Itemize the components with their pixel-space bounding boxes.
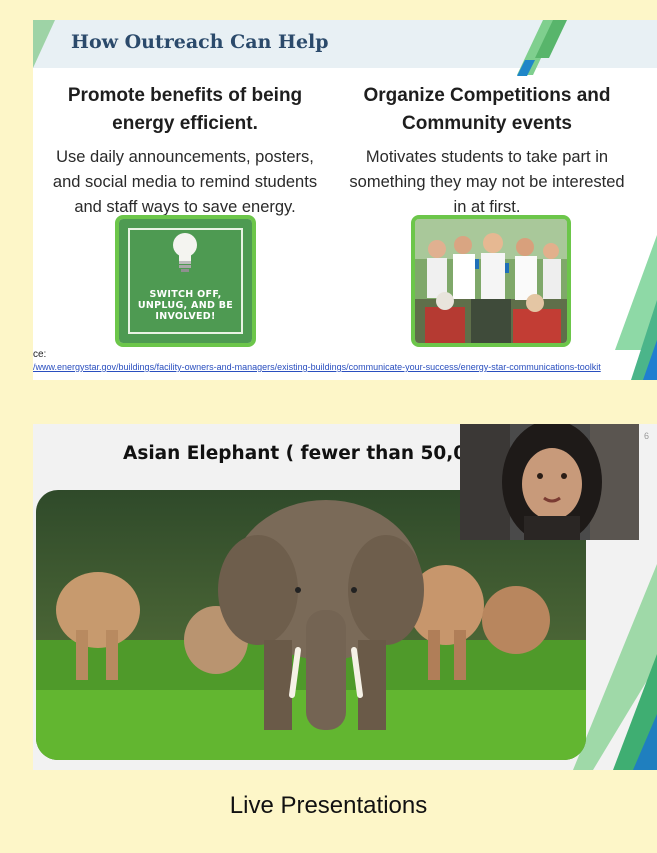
poster-line3: INVOLVED! bbox=[155, 311, 216, 322]
energy-poster-image: SWITCH OFF, UNPLUG, AND BE INVOLVED! bbox=[115, 215, 256, 347]
right-heading-line2: Community events bbox=[402, 113, 572, 134]
students-photo-illustration bbox=[415, 219, 567, 343]
presenter-webcam bbox=[460, 424, 639, 540]
source-label: ce: bbox=[33, 349, 47, 360]
right-body: Motivates students to take part in somet… bbox=[337, 145, 637, 220]
left-heading-line2: energy efficient. bbox=[112, 113, 258, 134]
right-body-line1: Motivates students to take part in bbox=[365, 148, 609, 166]
source-link[interactable]: /www.energystar.gov/buildings/facility-o… bbox=[33, 362, 601, 372]
elephant-slide: Asian Elephant ( fewer than 50,000) 6 bbox=[33, 424, 657, 770]
header-accent-shape bbox=[33, 20, 55, 68]
left-body-line2: and social media to remind students bbox=[52, 173, 318, 191]
caption: Live Presentations bbox=[229, 792, 428, 819]
poster-line2: UNPLUG, AND BE bbox=[137, 300, 234, 311]
light-bulb-icon bbox=[173, 233, 197, 272]
left-body-line1: Use daily announcements, posters, bbox=[56, 148, 314, 166]
slide-number: 6 bbox=[643, 431, 649, 441]
outreach-slide: How Outreach Can Help Promote benefits o… bbox=[33, 20, 657, 380]
presenter-video-illustration bbox=[460, 424, 639, 540]
right-heading-line1: Organize Competitions and bbox=[363, 85, 611, 106]
poster-background: SWITCH OFF, UNPLUG, AND BE INVOLVED! bbox=[119, 219, 252, 343]
left-heading: Promote benefits of being energy efficie… bbox=[33, 82, 337, 138]
left-heading-line1: Promote benefits of being bbox=[67, 85, 303, 106]
right-body-line2: something they may not be interested bbox=[349, 173, 625, 191]
left-body: Use daily announcements, posters, and so… bbox=[33, 145, 337, 220]
slide-title: Asian Elephant ( fewer than 50,000) bbox=[123, 443, 501, 464]
poster-text: SWITCH OFF, UNPLUG, AND BE INVOLVED! bbox=[119, 289, 252, 322]
poster-line1: SWITCH OFF, bbox=[149, 289, 222, 300]
right-heading: Organize Competitions and Community even… bbox=[337, 82, 637, 138]
slide-title: How Outreach Can Help bbox=[71, 31, 329, 53]
competition-photo bbox=[411, 215, 571, 347]
